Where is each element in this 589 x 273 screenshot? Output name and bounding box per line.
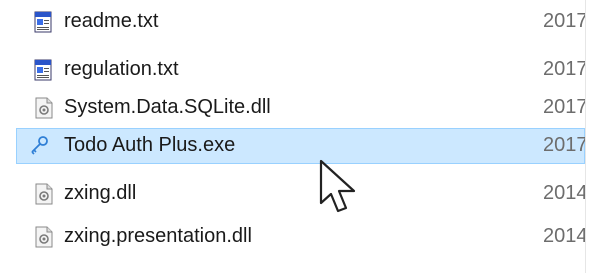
file-name: System.Data.SQLite.dll xyxy=(64,96,271,118)
file-list-pane: readme.txt 2017 regulation.txt 2017 Syst… xyxy=(0,0,588,273)
file-row-todo-auth-plus[interactable]: Todo Auth Plus.exe 2017 xyxy=(16,128,588,164)
file-date: 2017 xyxy=(543,10,588,32)
file-row-zxing-presentation[interactable]: zxing.presentation.dll 2014 xyxy=(0,219,588,255)
mouse-pointer-icon xyxy=(318,158,364,221)
file-row-system-data-sqlite[interactable]: System.Data.SQLite.dll 2017 xyxy=(0,90,588,126)
dll-file-icon xyxy=(33,183,55,205)
file-name: Todo Auth Plus.exe xyxy=(64,134,236,156)
file-date: 2017 xyxy=(543,58,588,80)
file-name: zxing.dll xyxy=(64,182,137,204)
file-row-regulation[interactable]: regulation.txt 2017 xyxy=(0,52,588,88)
file-date: 2017 xyxy=(543,134,588,156)
file-name: zxing.presentation.dll xyxy=(64,225,252,247)
dll-file-icon xyxy=(33,97,55,119)
pane-divider xyxy=(585,0,589,273)
dll-file-icon xyxy=(33,226,55,248)
app-executable-icon xyxy=(28,135,50,157)
file-date: 2014 xyxy=(543,225,588,247)
text-document-icon xyxy=(33,59,55,81)
file-name: readme.txt xyxy=(64,10,159,32)
text-document-icon xyxy=(33,11,55,33)
file-row-readme[interactable]: readme.txt 2017 xyxy=(0,4,588,40)
file-date: 2014 xyxy=(543,182,588,204)
file-name: regulation.txt xyxy=(64,58,179,80)
file-date: 2017 xyxy=(543,96,588,118)
file-row-zxing[interactable]: zxing.dll 2014 xyxy=(0,176,588,212)
